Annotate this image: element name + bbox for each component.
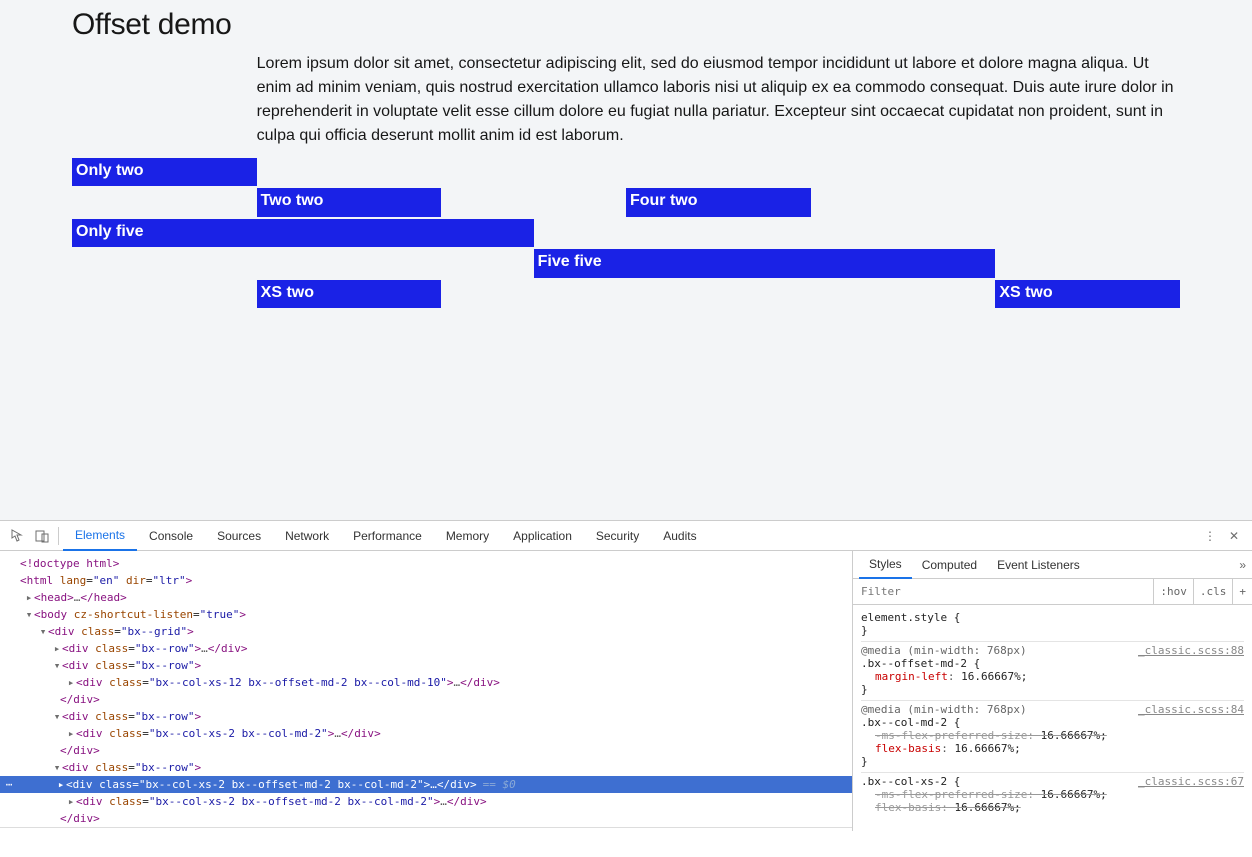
tab-event-listeners[interactable]: Event Listeners xyxy=(987,551,1090,579)
device-icon[interactable] xyxy=(30,529,54,543)
tab-network[interactable]: Network xyxy=(273,521,341,551)
tab-security[interactable]: Security xyxy=(584,521,651,551)
devtools: Elements Console Sources Network Perform… xyxy=(0,520,1252,831)
cell-two-two: Two two xyxy=(257,188,442,216)
add-rule-button[interactable]: + xyxy=(1232,579,1252,605)
rule-offset-md-2[interactable]: _classic.scss:88 @media (min-width: 768p… xyxy=(861,642,1244,701)
devtools-tabs: Elements Console Sources Network Perform… xyxy=(0,521,1252,551)
styles-filter-input[interactable] xyxy=(853,585,1153,598)
cell-five-five: Five five xyxy=(534,249,996,277)
styles-panel: Styles Computed Event Listeners » :hov .… xyxy=(852,551,1252,831)
rule-col-xs-2[interactable]: _classic.scss:67 .bx--col-xs-2 { -ms-fle… xyxy=(861,773,1244,818)
divider xyxy=(58,527,59,545)
rule-source-link[interactable]: _classic.scss:88 xyxy=(1138,644,1244,657)
cell-only-two: Only two xyxy=(72,158,257,186)
inspect-icon[interactable] xyxy=(6,529,30,543)
tab-memory[interactable]: Memory xyxy=(434,521,501,551)
page-title: Offset demo xyxy=(72,8,1252,42)
rule-source-link[interactable]: _classic.scss:67 xyxy=(1138,775,1244,788)
rule-element-style[interactable]: element.style { } xyxy=(861,609,1244,642)
breadcrumb: html body div.bx--grid div.bx--row div.b… xyxy=(0,827,852,831)
hov-toggle[interactable]: :hov xyxy=(1153,579,1193,605)
kebab-icon[interactable]: ⋮ xyxy=(1198,529,1222,543)
close-icon[interactable]: ✕ xyxy=(1222,529,1246,543)
tab-elements[interactable]: Elements xyxy=(63,521,137,551)
more-tabs-icon[interactable]: » xyxy=(1239,558,1246,572)
rule-col-md-2[interactable]: _classic.scss:84 @media (min-width: 768p… xyxy=(861,701,1244,773)
grid: Lorem ipsum dolor sit amet, consectetur … xyxy=(0,52,1252,308)
tab-computed[interactable]: Computed xyxy=(912,551,987,579)
tab-sources[interactable]: Sources xyxy=(205,521,273,551)
tab-performance[interactable]: Performance xyxy=(341,521,434,551)
cell-xs-two-b: XS two xyxy=(995,280,1180,308)
cell-xs-two-a: XS two xyxy=(257,280,442,308)
dom-doctype[interactable]: <!doctype html> xyxy=(20,557,119,570)
cell-four-two: Four two xyxy=(626,188,811,216)
tab-console[interactable]: Console xyxy=(137,521,205,551)
dom-panel[interactable]: <!doctype html> <html lang="en" dir="ltr… xyxy=(0,551,852,831)
dom-selected-node[interactable]: ⋯▸<div class="bx--col-xs-2 bx--offset-md… xyxy=(0,776,852,793)
page-canvas: Offset demo Lorem ipsum dolor sit amet, … xyxy=(0,0,1252,520)
cell-only-five: Only five xyxy=(72,219,534,247)
lorem-text: Lorem ipsum dolor sit amet, consectetur … xyxy=(257,52,1180,156)
rule-source-link[interactable]: _classic.scss:84 xyxy=(1138,703,1244,716)
tab-application[interactable]: Application xyxy=(501,521,584,551)
cls-toggle[interactable]: .cls xyxy=(1193,579,1233,605)
tab-audits[interactable]: Audits xyxy=(651,521,708,551)
tab-styles[interactable]: Styles xyxy=(859,551,912,579)
